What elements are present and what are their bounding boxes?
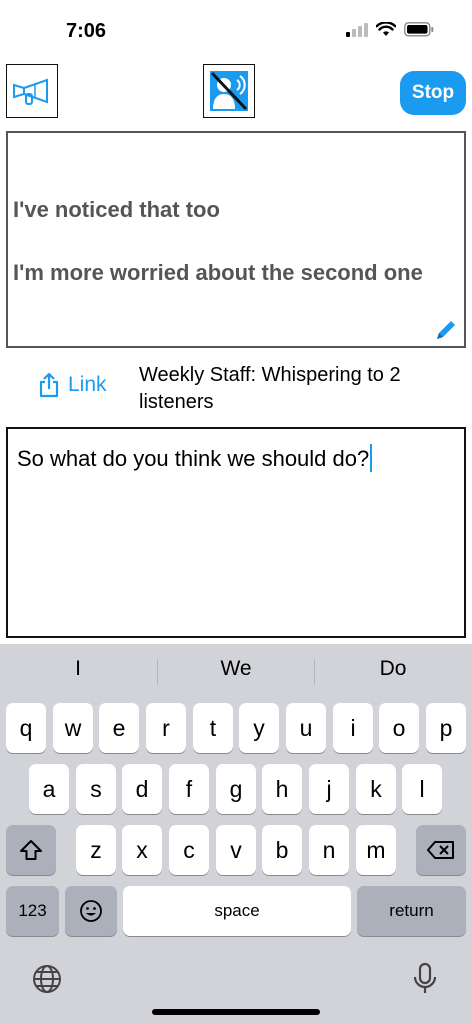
transcript-line: I'm more worried about the second one: [13, 260, 423, 285]
key-a[interactable]: a: [29, 764, 69, 814]
key-s[interactable]: s: [76, 764, 116, 814]
key-j[interactable]: j: [309, 764, 349, 814]
key-i[interactable]: i: [333, 703, 373, 753]
suggestion-item[interactable]: Do: [315, 657, 471, 681]
cellular-signal-icon: [346, 22, 368, 37]
link-row: Link Weekly Staff: Whispering to 2 liste…: [0, 358, 472, 418]
link-label: Link: [68, 373, 107, 396]
status-time: 7:06: [66, 20, 107, 42]
emoji-key[interactable]: [65, 886, 117, 936]
mute-listeners-button[interactable]: [203, 64, 255, 118]
key-d[interactable]: d: [122, 764, 162, 814]
key-v[interactable]: v: [216, 825, 256, 875]
wifi-icon: [376, 22, 396, 36]
key-t[interactable]: t: [193, 703, 233, 753]
key-y[interactable]: y: [239, 703, 279, 753]
key-g[interactable]: g: [216, 764, 256, 814]
link-button[interactable]: Link: [38, 372, 107, 398]
return-key[interactable]: return: [357, 886, 466, 936]
status-icons: [346, 22, 434, 37]
key-w[interactable]: w: [53, 703, 93, 753]
muted-speaker-icon: [210, 71, 248, 111]
key-n[interactable]: n: [309, 825, 349, 875]
key-k[interactable]: k: [356, 764, 396, 814]
stop-button[interactable]: Stop: [400, 71, 466, 115]
horn-icon: [13, 78, 48, 105]
key-c[interactable]: c: [169, 825, 209, 875]
compose-field[interactable]: So what do you think we should do?: [6, 427, 466, 638]
numbers-key[interactable]: 123: [6, 886, 59, 936]
transcript-line: I've noticed that too: [13, 197, 220, 222]
keyboard: I We Do q w e r t y u i o p a s d f g h …: [0, 644, 472, 1024]
space-key[interactable]: space: [123, 886, 351, 936]
key-q[interactable]: q: [6, 703, 46, 753]
battery-icon: [404, 22, 434, 37]
suggestion-item[interactable]: We: [158, 657, 314, 681]
home-indicator: [152, 1009, 320, 1015]
suggestion-bar: I We Do: [0, 644, 472, 696]
key-f[interactable]: f: [169, 764, 209, 814]
key-x[interactable]: x: [122, 825, 162, 875]
shift-icon: [20, 840, 42, 860]
key-e[interactable]: e: [99, 703, 139, 753]
compose-text: So what do you think we should do?: [17, 446, 370, 471]
transcript-panel[interactable]: I've noticed that too I'm more worried a…: [6, 131, 466, 348]
key-b[interactable]: b: [262, 825, 302, 875]
pencil-icon[interactable]: [434, 318, 458, 342]
toolbar: Stop: [0, 64, 472, 122]
globe-icon[interactable]: [32, 964, 62, 994]
horn-button[interactable]: [6, 64, 58, 118]
share-icon: [39, 372, 59, 398]
emoji-icon: [80, 900, 102, 922]
key-o[interactable]: o: [379, 703, 419, 753]
key-r[interactable]: r: [146, 703, 186, 753]
key-z[interactable]: z: [76, 825, 116, 875]
key-h[interactable]: h: [262, 764, 302, 814]
backspace-icon: [427, 841, 454, 859]
suggestion-item[interactable]: I: [0, 657, 156, 681]
delete-key[interactable]: [416, 825, 466, 875]
key-m[interactable]: m: [356, 825, 396, 875]
shift-key[interactable]: [6, 825, 56, 875]
microphone-icon[interactable]: [412, 962, 438, 996]
key-l[interactable]: l: [402, 764, 442, 814]
key-u[interactable]: u: [286, 703, 326, 753]
text-caret: [370, 444, 373, 472]
status-bar: 7:06: [0, 0, 472, 62]
session-title: Weekly Staff: Whispering to 2 listeners: [139, 364, 401, 413]
key-p[interactable]: p: [426, 703, 466, 753]
